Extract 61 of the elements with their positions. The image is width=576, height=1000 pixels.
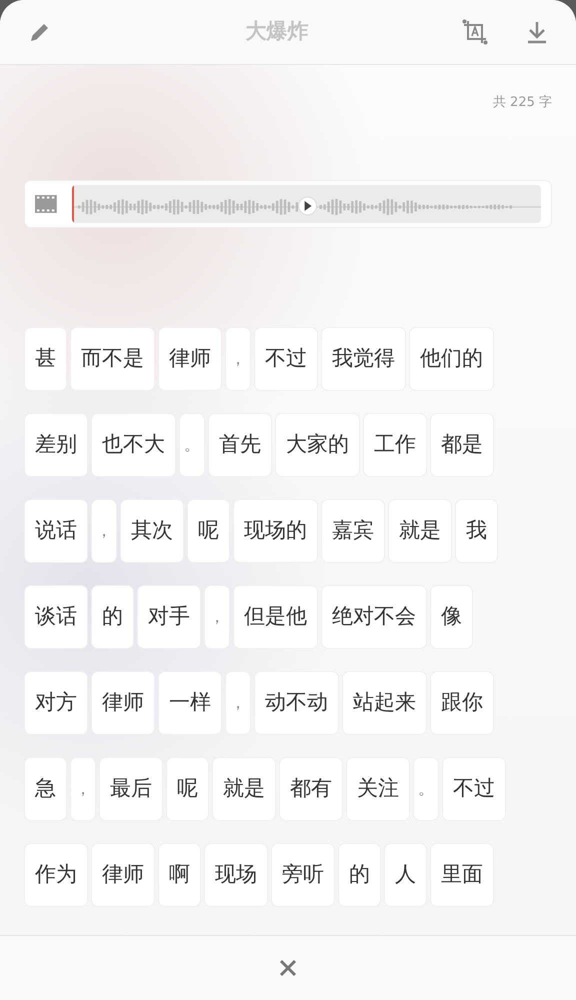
download-icon[interactable] [526,20,548,44]
word-chip[interactable]: 现场 [205,844,267,906]
word-chip[interactable]: 的 [339,844,380,906]
punctuation-chip[interactable]: ， [71,758,95,820]
word-chip[interactable]: 关注 [347,758,409,820]
word-chip[interactable]: 现场的 [234,500,317,562]
word-chip[interactable]: 的 [92,586,133,648]
word-chip[interactable]: 嘉宾 [322,500,384,562]
punctuation-chip[interactable]: ， [226,328,250,390]
word-chip[interactable]: 一样 [159,672,221,734]
word-chip[interactable]: 急 [25,758,66,820]
word-chip[interactable]: 我觉得 [322,328,405,390]
word-chip[interactable]: 呢 [167,758,208,820]
close-icon[interactable] [279,959,297,977]
word-chip[interactable]: 啊 [159,844,200,906]
word-chip[interactable]: 人 [385,844,426,906]
word-chip[interactable]: 对方 [25,672,87,734]
word-chip[interactable]: 都有 [280,758,342,820]
word-chip[interactable]: 动不动 [255,672,338,734]
punctuation-chip[interactable]: 。 [414,758,438,820]
play-icon [298,196,317,215]
word-chip[interactable]: 律师 [92,672,154,734]
word-chip[interactable]: 其次 [121,500,183,562]
waveform[interactable] [72,184,541,222]
word-chip[interactable]: 律师 [92,844,154,906]
word-chip[interactable]: 工作 [364,414,426,476]
punctuation-chip[interactable]: 。 [180,414,204,476]
word-chip[interactable]: 绝对不会 [322,586,426,648]
word-chip[interactable]: 不过 [443,758,505,820]
word-chip[interactable]: 谈话 [25,586,87,648]
word-chip[interactable]: 里面 [431,844,493,906]
word-chip[interactable]: 像 [431,586,472,648]
punctuation-chip[interactable]: ， [205,586,229,648]
word-chip[interactable]: 而不是 [71,328,154,390]
word-chip[interactable]: 大家的 [276,414,359,476]
word-chip[interactable]: 旁听 [272,844,334,906]
word-chip[interactable]: 站起来 [343,672,426,734]
word-chip[interactable]: 跟你 [431,672,493,734]
word-chip[interactable]: 呢 [188,500,229,562]
word-chip[interactable]: 最后 [100,758,162,820]
word-chip[interactable]: 不过 [255,328,317,390]
word-chip[interactable]: 说话 [25,500,87,562]
word-chip[interactable]: 他们的 [410,328,493,390]
word-chip[interactable]: 作为 [25,844,87,906]
punctuation-chip[interactable]: ， [226,672,250,734]
word-count: 共 225 字 [492,94,552,112]
film-icon[interactable] [35,194,57,212]
playhead [72,184,74,222]
word-chip[interactable]: 差别 [25,414,87,476]
word-chip[interactable]: 都是 [431,414,493,476]
word-chip[interactable]: 就是 [213,758,275,820]
word-chip[interactable]: 但是他 [234,586,317,648]
word-chip[interactable]: 甚 [25,328,66,390]
crop-text-icon[interactable] [462,19,488,45]
word-chip[interactable]: 对手 [138,586,200,648]
word-chip[interactable]: 律师 [159,328,221,390]
word-chip[interactable]: 也不大 [92,414,175,476]
word-chip[interactable]: 就是 [389,500,451,562]
punctuation-chip[interactable]: ， [92,500,116,562]
word-chip[interactable]: 我 [456,500,497,562]
word-chip[interactable]: 首先 [209,414,271,476]
